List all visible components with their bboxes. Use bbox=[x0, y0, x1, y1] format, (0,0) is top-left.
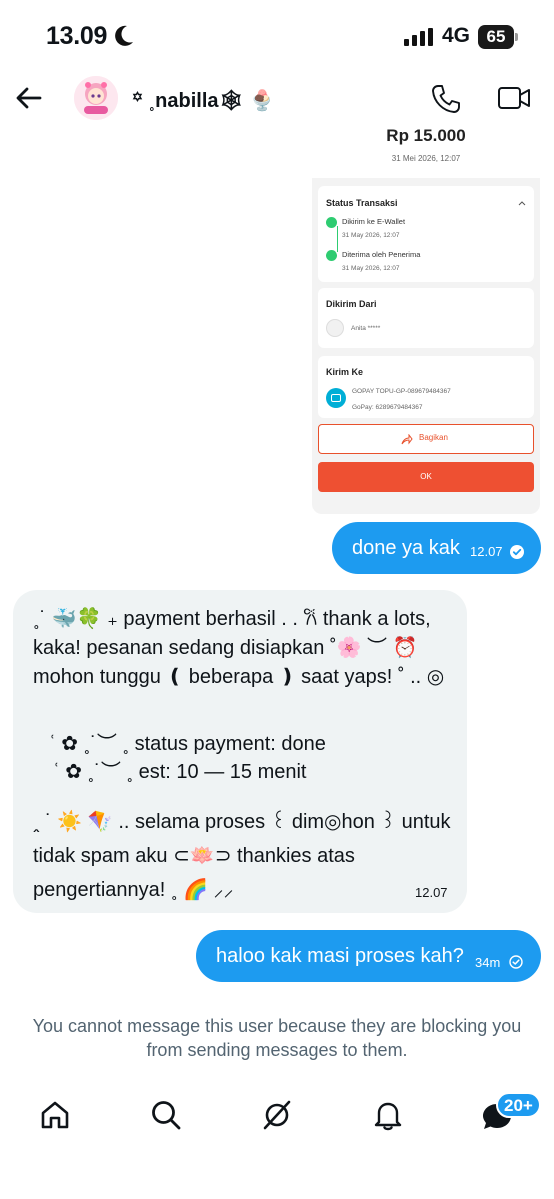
recipient-line1: GOPAY TOPU-GP-089679484367 bbox=[352, 388, 451, 395]
message-line: tidak spam aku ⊂🪷⊃ thankies atas bbox=[33, 845, 355, 867]
message-text: done ya kak bbox=[352, 537, 460, 559]
ok-label: OK bbox=[420, 472, 432, 481]
transaction-status-card: Status Transaksi Dikirim ke E-Wallet 31 … bbox=[318, 186, 534, 282]
avatar-illustration bbox=[74, 76, 118, 120]
step-time: 31 May 2026, 12:07 bbox=[342, 232, 400, 239]
network-type: 4G bbox=[442, 24, 471, 47]
recipient-line2: GoPay: 6289679484367 bbox=[352, 404, 423, 411]
battery-cap bbox=[515, 33, 518, 41]
sender-name: Anita ***** bbox=[351, 325, 381, 332]
battery-level: 65 bbox=[486, 27, 506, 46]
message-line: ꞈ ˙ ☀️ 🪁 .. selama proses ꒰ dim◎hon ꒱ un… bbox=[33, 811, 451, 833]
avatar[interactable] bbox=[74, 76, 118, 120]
status-bar: 13.09 4G 65 bbox=[0, 0, 554, 76]
message-text: haloo kak masi proses kah? bbox=[216, 945, 464, 967]
battery-icon: 65 bbox=[478, 25, 514, 49]
message-time: 12.07 bbox=[415, 885, 448, 900]
incoming-message-bubble[interactable]: ˳˙ 🐳🍀 ₊ payment berhasil . . 𐙚 thank a l… bbox=[13, 590, 467, 913]
message-line: kaka! pesanan sedang disiapkan ˚🌸 ︶ ⏰ bbox=[33, 637, 418, 659]
home-icon[interactable] bbox=[39, 1099, 71, 1131]
step-label: Dikirim ke E-Wallet bbox=[342, 217, 406, 226]
outgoing-message-bubble[interactable]: done ya kak 12.07 bbox=[332, 522, 541, 574]
ok-button[interactable]: OK bbox=[318, 462, 534, 492]
cellular-signal-icon bbox=[404, 28, 433, 46]
recipient-card: Kirim Ke GOPAY TOPU-GP-089679484367 GoPa… bbox=[318, 356, 534, 418]
read-receipt-icon bbox=[510, 545, 524, 559]
to-title: Kirim Ke bbox=[326, 367, 364, 377]
message-line: mohon tunggu ❪ beberapa ❫ saat yaps! ˚ .… bbox=[33, 666, 445, 688]
back-arrow-icon[interactable] bbox=[14, 83, 44, 113]
message-line: ʿ ✿ ˳˙︶ ˳ est: 10 — 15 menit bbox=[53, 761, 307, 783]
outgoing-message-bubble[interactable]: haloo kak masi proses kah? 34m bbox=[196, 930, 541, 982]
gopay-wallet-icon bbox=[326, 388, 346, 408]
video-call-icon[interactable] bbox=[497, 84, 531, 112]
message-line: pengertiannya! ˳ 🌈 ⸝⸝ bbox=[33, 879, 234, 901]
receipt-date: 31 Mei 2026, 12:07 bbox=[391, 154, 461, 163]
search-icon[interactable] bbox=[150, 1099, 182, 1131]
receipt-amount: Rp 15.000 bbox=[386, 126, 466, 145]
sender-card: Dikirim Dari Anita ***** bbox=[318, 288, 534, 348]
check-circle-icon bbox=[326, 217, 337, 228]
sent-status-icon bbox=[509, 955, 523, 969]
share-button[interactable]: Bagikan bbox=[318, 424, 534, 454]
step-time: 31 May 2026, 12:07 bbox=[342, 265, 400, 272]
message-time: 12.07 bbox=[470, 544, 503, 559]
notifications-bell-icon[interactable] bbox=[372, 1099, 404, 1131]
timeline-connector bbox=[337, 226, 338, 252]
shared-receipt-image[interactable]: Rp 15.000 31 Mei 2026, 12:07 Status Tran… bbox=[312, 116, 540, 514]
from-title: Dikirim Dari bbox=[326, 299, 377, 309]
sender-avatar bbox=[326, 319, 344, 337]
messages-unread-badge: 20+ bbox=[496, 1092, 541, 1118]
share-label: Bagikan bbox=[419, 433, 448, 442]
status-title: Status Transaksi bbox=[326, 198, 398, 208]
message-line: ʿ ✿ ˳˙︶ ˳ status payment: done bbox=[49, 733, 326, 755]
share-arrow-icon bbox=[401, 434, 413, 445]
blocked-notice: You cannot message this user because the… bbox=[32, 1016, 522, 1060]
phone-call-icon[interactable] bbox=[430, 83, 462, 115]
grok-icon[interactable] bbox=[261, 1099, 293, 1131]
step-label: Diterima oleh Penerima bbox=[342, 250, 421, 259]
status-time: 13.09 bbox=[46, 22, 108, 50]
chevron-up-icon bbox=[518, 201, 526, 206]
contact-display-name[interactable]: ꙳ ˳nabilla🕸 🍨 bbox=[132, 86, 274, 113]
moon-icon bbox=[115, 25, 133, 46]
message-line: ˳˙ 🐳🍀 ₊ payment berhasil . . 𐙚 thank a l… bbox=[33, 608, 431, 630]
receipt-header: Rp 15.000 31 Mei 2026, 12:07 bbox=[312, 116, 540, 178]
check-circle-icon bbox=[326, 250, 337, 261]
message-time: 34m bbox=[475, 955, 501, 970]
